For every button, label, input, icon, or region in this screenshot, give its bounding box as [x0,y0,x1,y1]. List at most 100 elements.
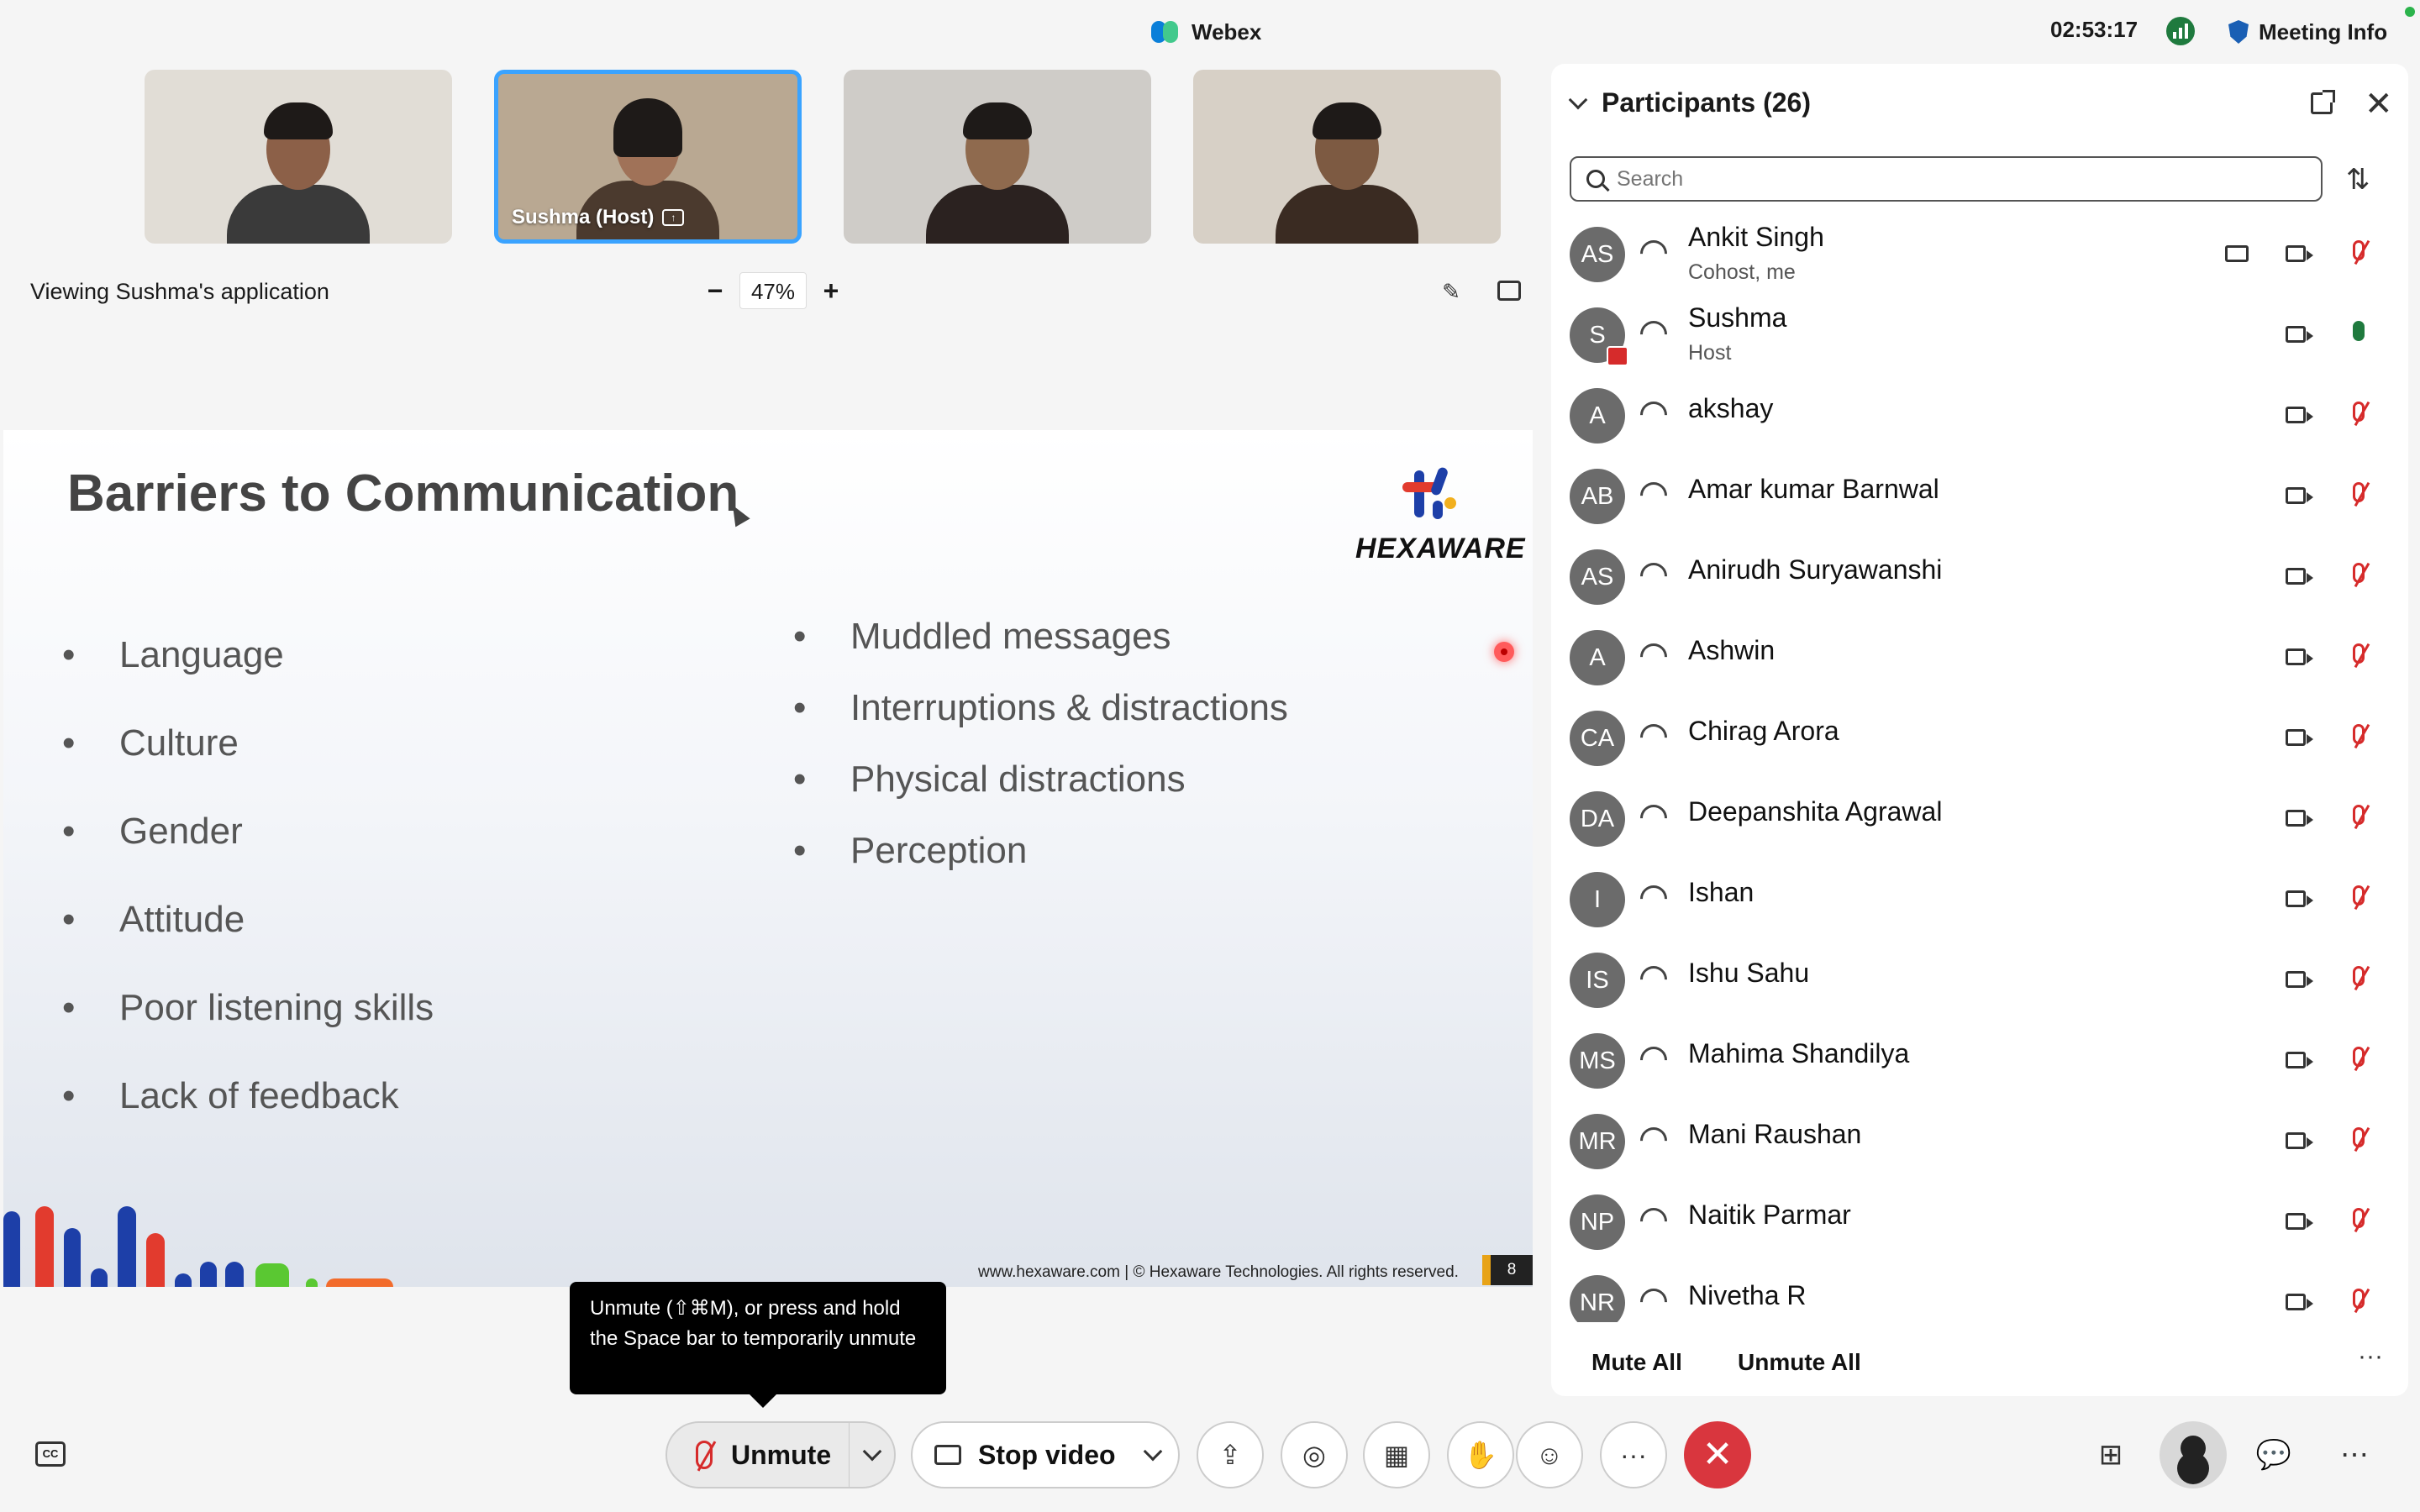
video-icon[interactable] [2286,326,2313,343]
participant-row[interactable]: MS Mahima Shandilya [1551,1020,2408,1100]
annotate-icon[interactable]: ✎ [1439,279,1464,304]
avatar: A [1570,388,1625,444]
participant-name: Ishu Sahu [1688,958,1810,988]
muted-mic-icon[interactable] [2353,724,2365,744]
zoom-out-button[interactable]: − [702,274,728,307]
meeting-info-button[interactable]: Meeting Info [2228,15,2387,49]
share-button[interactable]: ⇪ [1197,1421,1264,1488]
unmute-button[interactable]: Unmute [666,1421,896,1488]
video-icon[interactable] [2286,729,2313,746]
closed-captions-icon[interactable]: CC [35,1441,66,1467]
video-icon[interactable] [2286,810,2313,827]
muted-mic-icon[interactable] [2353,402,2365,422]
video-icon[interactable] [2286,1132,2313,1149]
participant-row[interactable]: NP Naitik Parmar [1551,1181,2408,1262]
more-controls-button[interactable]: ··· [1600,1421,1667,1488]
raise-hand-button[interactable]: ✋ [1447,1421,1514,1488]
zoom-level[interactable]: 47% [739,272,807,309]
close-icon[interactable]: ✕ [2365,87,2393,121]
participant-row[interactable]: DA Deepanshita Agrawal [1551,778,2408,858]
headset-icon [1634,799,1673,837]
video-icon[interactable] [2286,1052,2313,1068]
video-thumbnail[interactable] [844,70,1151,244]
muted-mic-icon[interactable] [2353,1208,2365,1228]
participants-toggle-button[interactable] [2160,1421,2227,1488]
video-icon[interactable] [2286,648,2313,665]
video-icon[interactable] [2286,245,2313,262]
record-button[interactable]: ◎ [1281,1421,1348,1488]
participant-row[interactable]: IS Ishu Sahu [1551,939,2408,1020]
participant-name: Naitik Parmar [1688,1200,1851,1230]
participant-row[interactable]: A akshay [1551,375,2408,455]
chevron-down-icon[interactable] [1143,1441,1163,1462]
zoom-in-button[interactable]: + [818,274,844,307]
video-icon[interactable] [2286,1294,2313,1310]
participant-search[interactable] [1570,156,2323,202]
muted-mic-icon[interactable] [2353,885,2365,906]
video-icon[interactable] [2286,890,2313,907]
muted-mic-icon[interactable] [2353,966,2365,986]
muted-mic-icon[interactable] [2353,240,2365,260]
muted-mic-icon[interactable] [2353,1289,2365,1309]
slide-footer: www.hexaware.com | © Hexaware Technologi… [978,1263,1459,1281]
chevron-down-icon[interactable] [1568,90,1588,109]
hexaware-wordmark: HEXAWARE [1355,533,1526,564]
avatar: MS [1570,1033,1625,1089]
leave-meeting-button[interactable]: ✕ [1684,1421,1751,1488]
video-icon[interactable] [2286,407,2313,423]
headset-icon [1634,879,1673,918]
chevron-down-icon[interactable] [862,1441,882,1462]
headset-icon [1634,1202,1673,1241]
avatar: AS [1570,549,1625,605]
participant-name: Chirag Arora [1688,716,1839,746]
chat-icon[interactable]: 💬 [2247,1428,2301,1482]
muted-mic-icon[interactable] [2353,805,2365,825]
search-icon [1586,170,1605,188]
muted-mic-icon[interactable] [2353,563,2365,583]
avatar: NP [1570,1194,1625,1250]
participant-row[interactable]: AS Anirudh Suryawanshi [1551,536,2408,617]
participant-row[interactable]: AB Amar kumar Barnwal [1551,455,2408,536]
unmute-all-button[interactable]: Unmute All [1738,1349,1861,1376]
remote-control-icon[interactable] [1497,281,1521,301]
video-icon[interactable] [2286,971,2313,988]
search-input[interactable] [1617,166,2289,192]
network-signal-icon[interactable] [2166,17,2195,45]
participant-row[interactable]: S Sushma Host [1551,294,2408,375]
participant-row[interactable]: I Ishan [1551,858,2408,939]
more-options-button[interactable]: ··· [2358,1342,2383,1371]
mute-all-button[interactable]: Mute All [1591,1349,1682,1376]
sort-icon[interactable]: ⇅ [2346,163,2370,197]
video-thumbnail[interactable] [1193,70,1501,244]
avatar-initials: S [1589,322,1606,349]
pop-out-icon[interactable] [2311,90,2335,114]
apps-button[interactable]: ▦ [1363,1421,1430,1488]
participant-row[interactable]: MR Mani Raushan [1551,1100,2408,1181]
caption-icon[interactable] [2225,245,2249,262]
muted-mic-icon[interactable] [2353,643,2365,664]
participant-row[interactable]: NR Nivetha R [1551,1262,2408,1322]
muted-mic-icon[interactable] [2353,1127,2365,1147]
reactions-button[interactable]: ☺ [1516,1421,1583,1488]
video-icon[interactable] [2286,1213,2313,1230]
video-icon[interactable] [2286,487,2313,504]
participant-name: Amar kumar Barnwal [1688,474,1939,504]
active-mic-icon[interactable] [2353,321,2365,341]
muted-mic-icon[interactable] [2353,482,2365,502]
bullet-item: Perception [793,817,1288,889]
headset-icon [1634,960,1673,999]
apps-panel-icon[interactable]: ⊞ [2084,1428,2138,1482]
thumbnail-name: Sushma (Host) [512,206,655,228]
muted-mic-icon[interactable] [2353,1047,2365,1067]
stop-video-button[interactable]: Stop video [911,1421,1180,1488]
participant-video [926,92,1069,244]
participant-video [227,92,370,244]
video-icon[interactable] [2286,568,2313,585]
participant-row[interactable]: A Ashwin [1551,617,2408,697]
video-thumbnail[interactable] [145,70,452,244]
participants-header[interactable]: Participants (26) [1568,87,1811,118]
more-panels-icon[interactable]: ⋯ [2328,1428,2381,1482]
participant-row[interactable]: CA Chirag Arora [1551,697,2408,778]
video-thumbnail-host[interactable]: Sushma (Host) ↑ [494,70,802,244]
participant-row[interactable]: AS Ankit Singh Cohost, me [1551,213,2408,294]
